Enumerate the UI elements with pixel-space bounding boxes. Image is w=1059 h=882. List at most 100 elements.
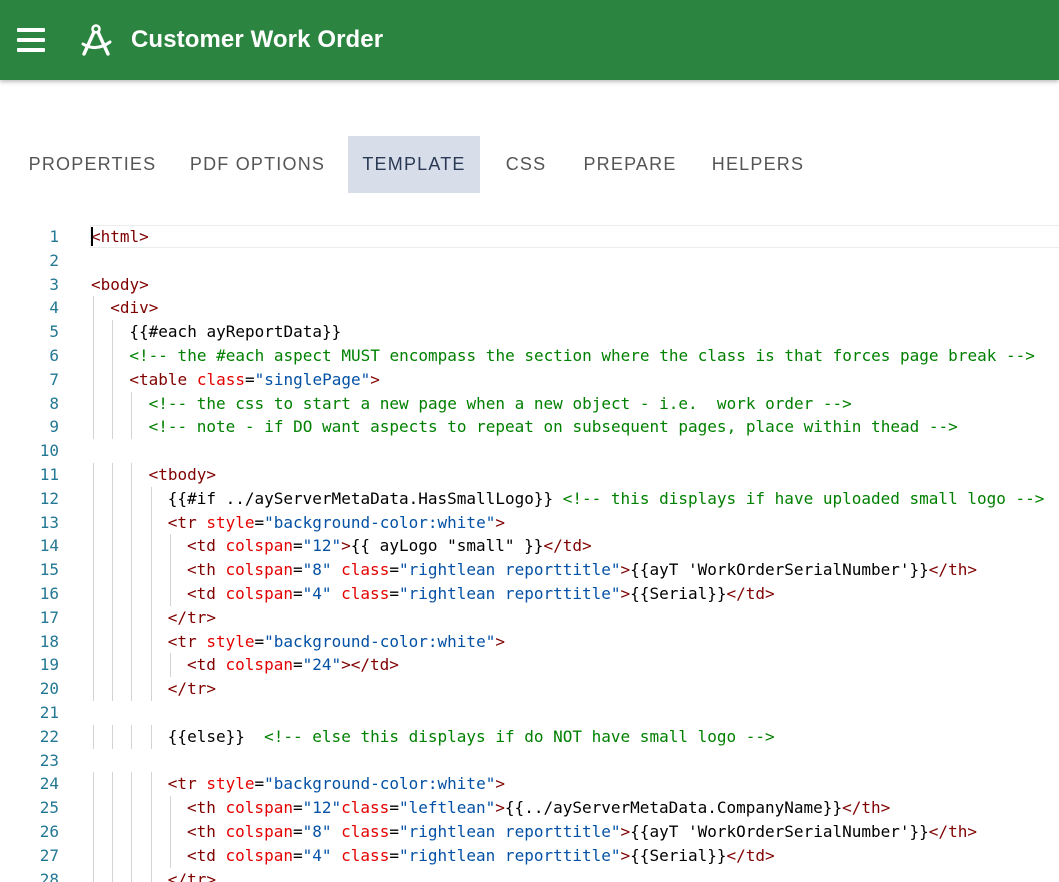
code-line[interactable]: 4 <div> — [0, 296, 1059, 321]
indent-guide — [93, 510, 94, 535]
code-token: = — [254, 631, 265, 651]
line-number: 21 — [39, 703, 59, 722]
tab-helpers[interactable]: HELPERS — [701, 136, 815, 193]
indent-guide — [112, 510, 114, 535]
code-line[interactable]: 12 {{#if ../ayServerMetaData.HasSmallLogo… — [0, 486, 1059, 511]
code-token: style — [206, 631, 255, 651]
code-token: <html> — [91, 227, 149, 246]
code-line[interactable]: 1 <html> — [0, 225, 1059, 249]
code-line[interactable]: 15 <th colspan="8" class="rightlean repor… — [0, 558, 1059, 582]
code-token: = — [292, 822, 303, 841]
line-number: 24 — [39, 774, 59, 794]
code-text: <!-- the #each aspect MUST encompass the… — [129, 344, 1034, 368]
code-token: <table — [129, 369, 197, 389]
indent-guide — [93, 463, 94, 487]
indent-guide — [131, 415, 133, 440]
indent-guide — [150, 796, 152, 820]
code-line[interactable]: 5 {{#each ayReportData}} — [0, 320, 1059, 344]
indent-guide — [169, 534, 171, 559]
code-line[interactable]: 18 <tr style="background-color:white"> — [0, 629, 1059, 654]
indent-guide — [131, 629, 133, 654]
code-line[interactable]: 6 <!-- the #each aspect MUST encompass th… — [0, 344, 1059, 368]
code-token: > — [370, 369, 380, 389]
code-line[interactable]: 7 <table class="singlePage"> — [0, 367, 1059, 392]
code-token: <tr — [167, 512, 207, 532]
tab-template[interactable]: TEMPLATE — [348, 136, 480, 193]
code-text: <!-- note - if DO want aspects to repeat… — [149, 415, 958, 439]
code-line[interactable]: 16 <td colspan="4" class="rightlean repor… — [0, 582, 1059, 606]
code-line[interactable]: 28 </tr> — [0, 867, 1059, 882]
code-text: {{#if ../ayServerMetaData.HasSmallLogo}}… — [168, 487, 1045, 511]
code-line[interactable]: 24 <tr style="background-color:white"> — [0, 772, 1059, 797]
line-number: 20 — [39, 679, 59, 699]
indent-guide — [112, 629, 114, 654]
code-token: = — [292, 798, 303, 818]
code-line[interactable]: 27 <td colspan="4" class="rightlean repor… — [0, 843, 1059, 868]
line-number: 27 — [39, 845, 59, 865]
code-line[interactable]: 14 <td colspan="12">{{ ayLogo "small" }}<… — [0, 534, 1059, 559]
code-token: = — [292, 845, 303, 865]
indent-guide — [131, 772, 133, 797]
code-token: = — [389, 845, 399, 865]
indent-guide — [93, 486, 94, 511]
indent-guide — [150, 510, 152, 535]
code-text: </tr> — [168, 868, 216, 882]
code-token: <body> — [91, 274, 149, 294]
indent-guide — [112, 796, 114, 820]
tab-properties[interactable]: PROPERTIES — [20, 136, 165, 193]
indent-guide — [112, 605, 114, 630]
code-token: </tr> — [167, 679, 216, 699]
app-bar: Customer Work Order — [0, 0, 1059, 80]
code-text: <th colspan="8" class="rightlean reportt… — [187, 820, 977, 844]
code-line[interactable]: 20 </tr> — [0, 677, 1059, 701]
indent-guide — [150, 677, 152, 701]
code-token: <!-- this displays if have uploaded smal… — [562, 488, 1045, 508]
code-token: = — [292, 584, 303, 603]
code-line[interactable]: 13 <tr style="background-color:white"> — [0, 510, 1059, 535]
code-line[interactable]: 3 <body> — [0, 273, 1059, 297]
indent-guide — [112, 558, 114, 582]
code-text: <tr style="background-color:white"> — [168, 772, 505, 796]
code-line[interactable]: 19 <td colspan="24"></td> — [0, 653, 1059, 678]
code-line[interactable]: 10 — [0, 439, 1059, 463]
code-token: > — [620, 845, 631, 865]
code-token: = — [292, 536, 303, 556]
code-line[interactable]: 23 — [0, 749, 1059, 773]
indent-guide — [131, 677, 133, 701]
menu-icon[interactable] — [12, 22, 50, 58]
indent-guide — [131, 534, 133, 559]
code-token: colspan — [225, 845, 293, 865]
code-token: "background-color:white" — [264, 631, 496, 651]
code-line[interactable]: 2 — [0, 249, 1059, 273]
code-token: <td — [187, 845, 226, 865]
code-line[interactable]: 22 {{else}} <!-- else this displays if do… — [0, 724, 1059, 749]
line-number: 13 — [39, 512, 59, 532]
indent-guide — [112, 415, 114, 440]
code-line[interactable]: 26 <th colspan="8" class="rightlean repor… — [0, 820, 1059, 844]
code-token: </tr> — [167, 869, 216, 882]
code-editor[interactable]: 1 <html> 2 3 <body> 4 <div> 5 {{#each ayReportDa… — [0, 225, 1059, 882]
code-text: <td colspan="12">{{ ayLogo "small" }}</t… — [187, 534, 592, 558]
code-line[interactable]: 9 <!-- note - if DO want aspects to repea… — [0, 415, 1059, 440]
code-token: class — [341, 798, 390, 818]
code-text: <th colspan="8" class="rightlean reportt… — [187, 558, 977, 582]
code-token: "rightlean reporttitle" — [398, 822, 621, 841]
code-line[interactable]: 25 <th colspan="12"class="leftlean">{{../… — [0, 796, 1059, 820]
code-token: = — [292, 655, 303, 675]
code-text: <tr style="background-color:white"> — [168, 630, 505, 654]
indent-guide — [150, 534, 152, 559]
code-line[interactable]: 8 <!-- the css to start a new page when a… — [0, 391, 1059, 416]
code-token: <td — [187, 655, 226, 675]
indent-guide — [150, 653, 152, 678]
code-line[interactable]: 17 </tr> — [0, 605, 1059, 630]
code-line[interactable]: 21 — [0, 701, 1059, 725]
code-token: = — [254, 512, 265, 532]
tab-css[interactable]: CSS — [494, 136, 558, 193]
code-line[interactable]: 11 <tbody> — [0, 463, 1059, 487]
tab-pdf-options[interactable]: PDF OPTIONS — [180, 136, 335, 193]
code-token: > — [620, 560, 631, 580]
code-token: {{Serial}} — [630, 845, 727, 865]
tab-prepare[interactable]: PREPARE — [574, 136, 686, 193]
code-token: "4" — [302, 845, 332, 865]
line-number: 1 — [49, 227, 59, 246]
